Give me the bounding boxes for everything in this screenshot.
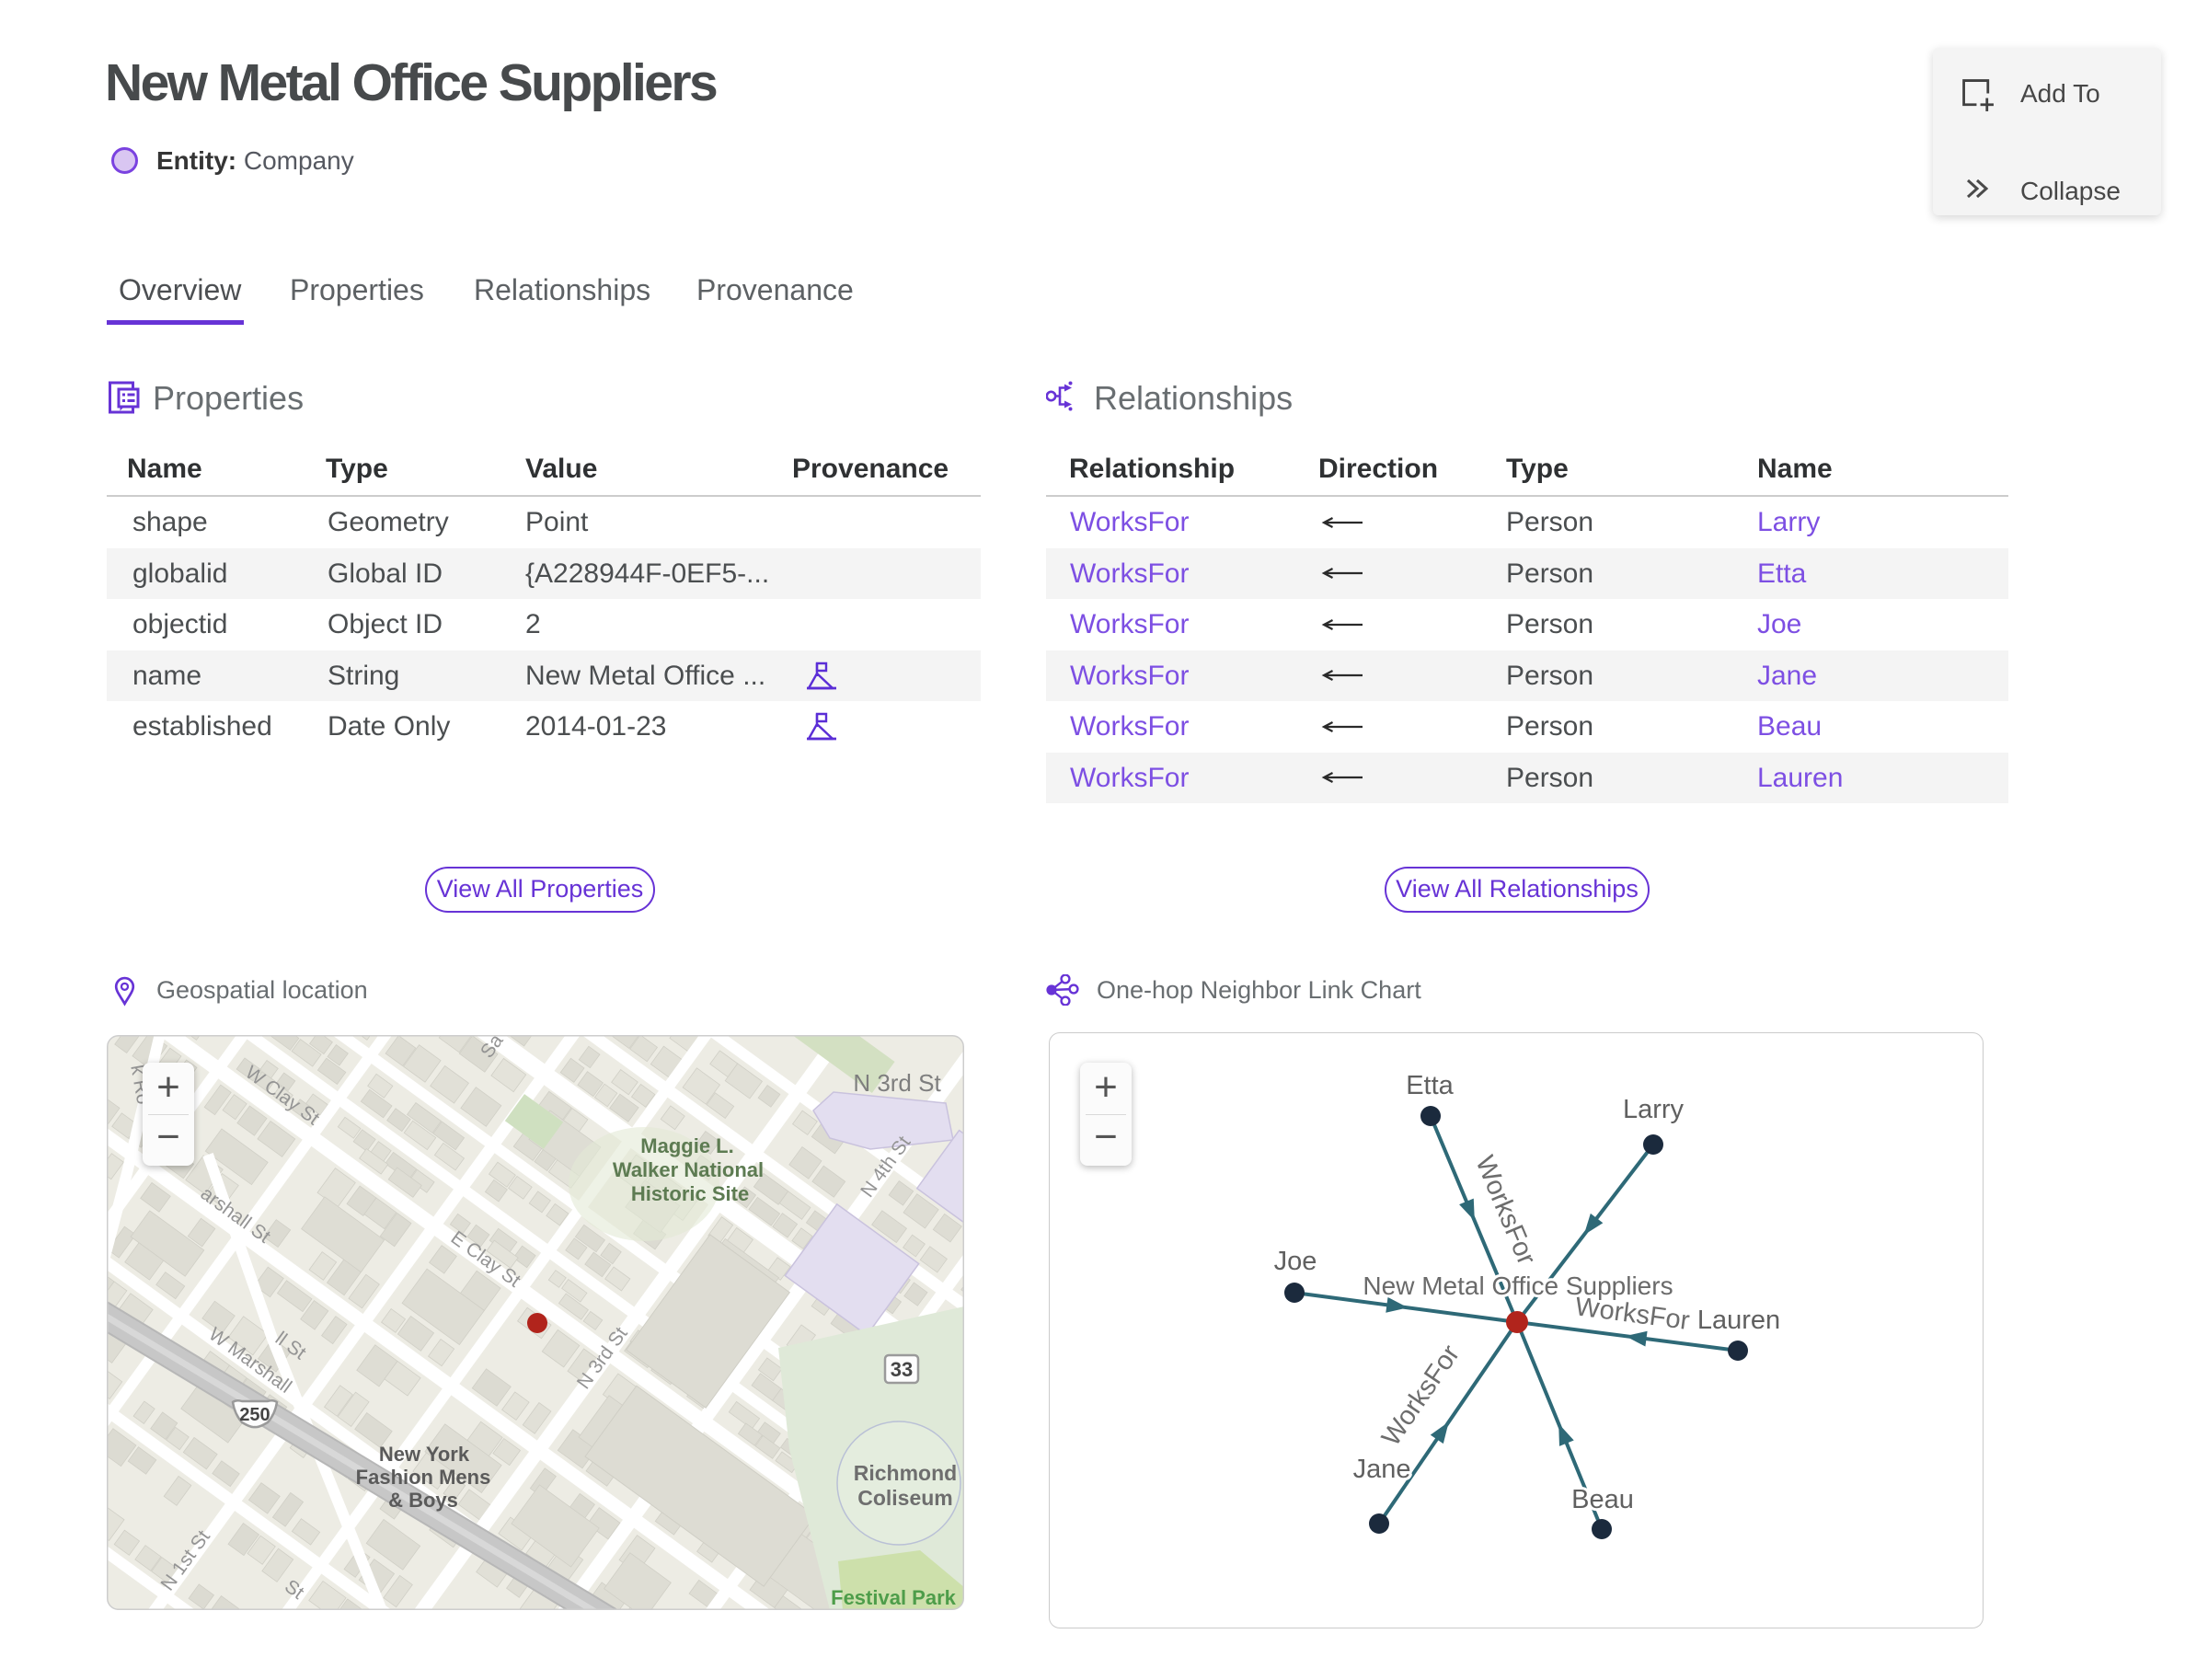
svg-text:Joe: Joe	[1274, 1247, 1317, 1276]
svg-text:Fashion Mens: Fashion Mens	[356, 1466, 491, 1489]
svg-text:Coliseum: Coliseum	[857, 1486, 953, 1510]
svg-text:Jane: Jane	[1353, 1455, 1411, 1484]
svg-text:& Boys: & Boys	[388, 1489, 458, 1512]
svg-text:Maggie L.: Maggie L.	[640, 1134, 733, 1157]
svg-text:N 3rd St: N 3rd St	[853, 1069, 941, 1097]
svg-text:Lauren: Lauren	[1697, 1306, 1780, 1335]
svg-text:250: 250	[239, 1405, 270, 1425]
svg-text:33: 33	[891, 1358, 913, 1381]
svg-text:WorksFor: WorksFor	[1469, 1152, 1541, 1270]
svg-text:Richmond: Richmond	[854, 1461, 957, 1485]
svg-text:WorksFor: WorksFor	[1376, 1340, 1466, 1452]
svg-text:New York: New York	[379, 1443, 470, 1466]
svg-text:Walker National: Walker National	[613, 1158, 764, 1181]
svg-text:Historic Site: Historic Site	[631, 1182, 749, 1205]
svg-text:Larry: Larry	[1623, 1095, 1685, 1124]
svg-text:Beau: Beau	[1571, 1485, 1634, 1514]
svg-text:New Metal Office Suppliers: New Metal Office Suppliers	[1363, 1272, 1673, 1300]
svg-text:Etta: Etta	[1406, 1071, 1454, 1100]
svg-text:Festival Park: Festival Park	[831, 1586, 957, 1609]
